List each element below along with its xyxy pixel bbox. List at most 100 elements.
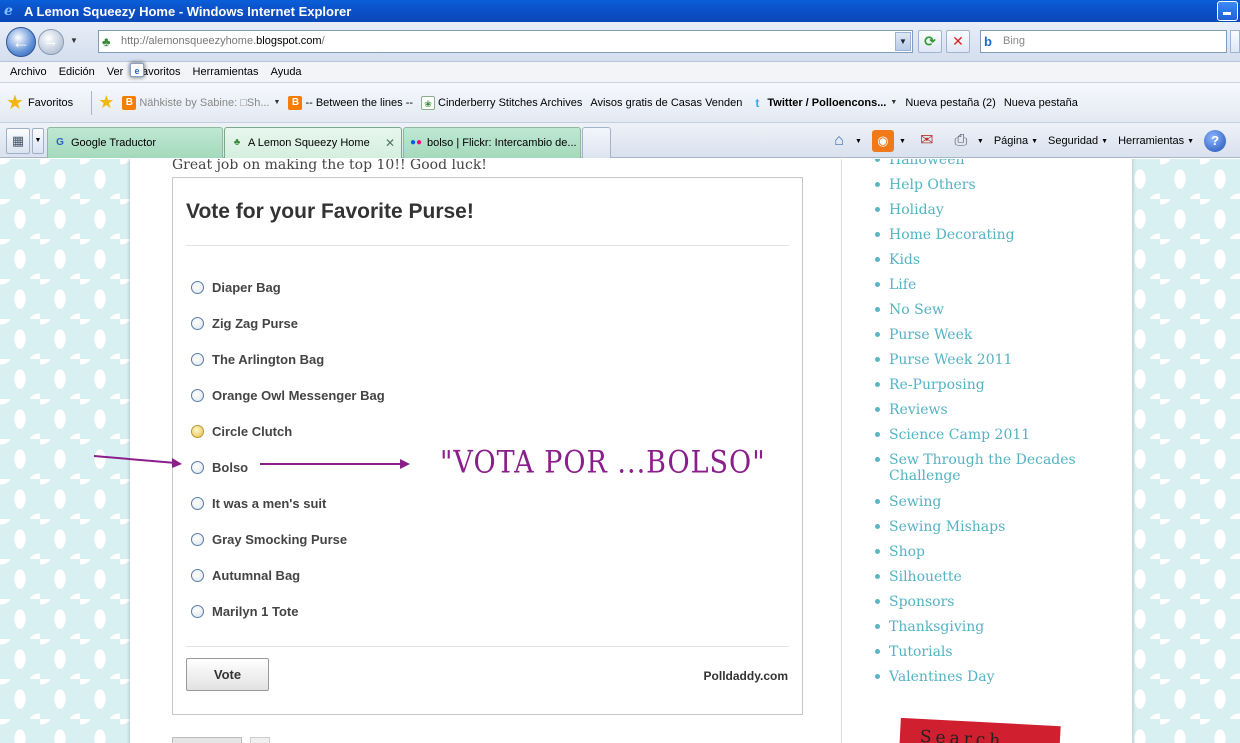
label-link[interactable]: Life — [875, 277, 1089, 293]
security-menu[interactable]: Seguridad ▼ — [1048, 135, 1108, 147]
label-link[interactable]: Valentines Day — [875, 669, 1089, 685]
poll-option[interactable]: The Arlington Bag — [191, 348, 591, 370]
label-link[interactable]: Sew Through the Decades Challenge — [875, 452, 1089, 484]
stop-button[interactable]: ✕ — [946, 30, 970, 53]
search-button[interactable] — [1230, 30, 1240, 53]
refresh-button[interactable]: ⟳ — [918, 30, 942, 53]
address-dropdown[interactable]: ▼ — [895, 32, 911, 51]
favorite-item[interactable]: e Nueva pestaña — [130, 63, 1078, 109]
menu-edicion[interactable]: Edición — [53, 66, 101, 78]
post-share-button[interactable] — [172, 737, 242, 743]
arrow-left-icon: ← — [12, 32, 30, 52]
close-icon: ✕ — [952, 33, 964, 49]
favorites-button[interactable]: Favoritos — [28, 97, 73, 109]
search-input[interactable]: b Bing — [980, 30, 1227, 53]
label-link[interactable]: Purse Week 2011 — [875, 352, 1089, 368]
home-button[interactable]: ⌂ ▼ — [828, 130, 862, 152]
vote-button[interactable]: Vote — [186, 658, 269, 691]
radio-button[interactable] — [191, 424, 204, 438]
label-link[interactable]: Sponsors — [875, 594, 1089, 610]
label-link[interactable]: Holiday — [875, 202, 1089, 218]
poll-option[interactable]: Orange Owl Messenger Bag — [191, 384, 591, 406]
bullet-icon — [875, 624, 880, 629]
menu-herramientas[interactable]: Herramientas — [187, 66, 265, 78]
sidebar-divider — [841, 159, 842, 743]
tab-google-traductor[interactable]: G Google Traductor — [47, 127, 223, 158]
poll-option[interactable]: Marilyn 1 Tote — [191, 600, 591, 622]
label-link[interactable]: Silhouette — [875, 569, 1089, 585]
label-link[interactable]: Tutorials — [875, 644, 1089, 660]
close-tab-icon[interactable]: ✕ — [385, 136, 395, 150]
page-viewport[interactable]: Great job on making the top 10!! Good lu… — [0, 159, 1240, 743]
favorite-item[interactable]: t Twitter / Polloencons... ▼ — [750, 96, 897, 110]
menu-ayuda[interactable]: Ayuda — [265, 66, 308, 78]
tab-flickr-bolso[interactable]: ●● bolso | Flickr: Intercambio de... — [403, 127, 581, 158]
bullet-icon — [875, 357, 880, 362]
poll-option[interactable]: Circle Clutch — [191, 420, 591, 442]
poll-option[interactable]: Autumnal Bag — [191, 564, 591, 586]
label-link[interactable]: Home Decorating — [875, 227, 1089, 243]
menu-archivo[interactable]: Archivo — [4, 66, 53, 78]
tab-list-dropdown[interactable]: ▼ — [32, 128, 44, 154]
tools-menu[interactable]: Herramientas ▼ — [1118, 135, 1194, 147]
translate-icon: G — [56, 137, 64, 148]
favorite-item[interactable]: B Nähkiste by Sabine: □Sh... ▼ — [122, 95, 280, 110]
bullet-icon — [875, 232, 880, 237]
page-menu[interactable]: Página ▼ — [994, 135, 1038, 147]
label-link[interactable]: Re-Purposing — [875, 377, 1089, 393]
minimize-button[interactable] — [1217, 1, 1238, 21]
radio-button[interactable] — [191, 352, 204, 366]
label-link[interactable]: Thanksgiving — [875, 619, 1089, 635]
radio-button[interactable] — [191, 460, 204, 474]
grid-icon: ▦ — [11, 133, 25, 148]
favorite-item[interactable]: B -- Between the lines -- — [288, 95, 413, 110]
post-share-button[interactable] — [250, 737, 270, 743]
poll-option[interactable]: It was a men's suit — [191, 492, 591, 514]
poll-option[interactable]: Zig Zag Purse — [191, 312, 591, 334]
label-link[interactable]: Science Camp 2011 — [875, 427, 1089, 443]
recent-pages-dropdown[interactable]: ▼ — [70, 36, 80, 46]
new-tab-button[interactable] — [582, 127, 611, 158]
radio-button[interactable] — [191, 604, 204, 618]
radio-button[interactable] — [191, 496, 204, 510]
radio-button[interactable] — [191, 316, 204, 330]
refresh-icon: ⟳ — [924, 33, 936, 49]
label-link[interactable]: Reviews — [875, 402, 1089, 418]
forward-button[interactable]: → — [38, 29, 64, 55]
label-link[interactable]: Kids — [875, 252, 1089, 268]
radio-button[interactable] — [191, 280, 204, 294]
favorite-item[interactable]: e Avisos gratis de Casas Venden — [130, 63, 742, 109]
label-link[interactable]: Halloween — [875, 159, 1089, 168]
feeds-button[interactable]: ◉ ▼ — [871, 130, 906, 152]
back-button[interactable]: ← — [6, 27, 36, 57]
label-link[interactable]: No Sew — [875, 302, 1089, 318]
address-input[interactable]: ♣ http://alemonsqueezyhome.blogspot.com/… — [98, 30, 913, 53]
poll-option-label: The Arlington Bag — [212, 351, 325, 367]
ie-logo-icon: e — [4, 3, 13, 19]
quick-tabs-button[interactable]: ▦ — [6, 128, 30, 154]
menu-ver[interactable]: Ver — [101, 66, 130, 78]
read-mail-button[interactable]: ✉ — [916, 130, 940, 152]
site-favicon-icon: ♣ — [102, 34, 111, 49]
add-favorite-icon[interactable]: ★ — [98, 92, 114, 113]
chevron-down-icon: ▼ — [855, 137, 862, 145]
label-link[interactable]: Purse Week — [875, 327, 1089, 343]
print-button[interactable]: ⎙ ▼ — [950, 130, 983, 152]
favorite-item[interactable]: e Nueva pestaña (2) — [130, 63, 996, 109]
label-link[interactable]: Help Others — [875, 177, 1089, 193]
poll-option[interactable]: Diaper Bag — [191, 276, 591, 298]
radio-button[interactable] — [191, 388, 204, 402]
polldaddy-link[interactable]: Polldaddy.com — [704, 669, 788, 683]
label-link[interactable]: Shop — [875, 544, 1089, 560]
bullet-icon — [875, 307, 880, 312]
poll-option-label: Marilyn 1 Tote — [212, 603, 299, 619]
radio-button[interactable] — [191, 532, 204, 546]
favorite-item[interactable]: ❀ Cinderberry Stitches Archives — [421, 95, 582, 110]
radio-button[interactable] — [191, 568, 204, 582]
tab-lemon-squeezy-home[interactable]: ♣ A Lemon Squeezy Home ✕ — [224, 127, 402, 158]
poll-option[interactable]: Gray Smocking Purse — [191, 528, 591, 550]
help-icon[interactable]: ? — [1204, 130, 1227, 152]
label-link[interactable]: Sewing — [875, 494, 1089, 510]
label-link[interactable]: Sewing Mishaps — [875, 519, 1089, 535]
star-icon[interactable]: ★ — [6, 93, 24, 113]
